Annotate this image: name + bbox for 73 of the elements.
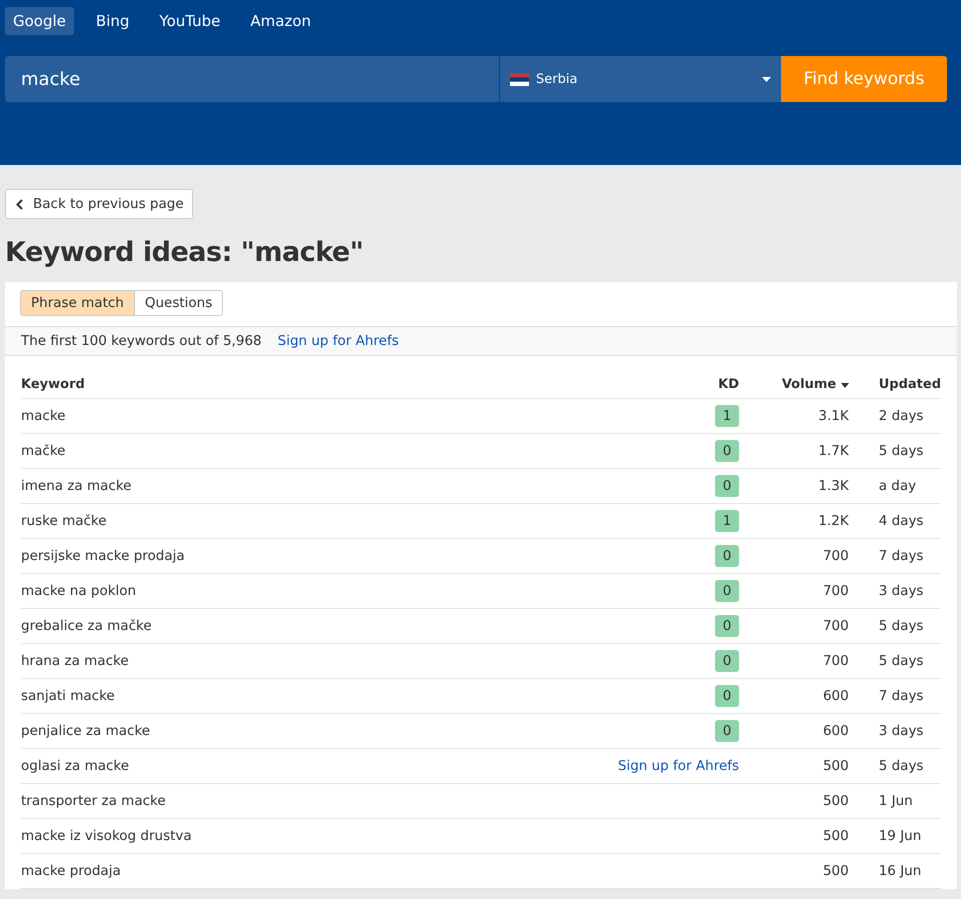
country-dropdown[interactable]: Serbia [500,56,781,102]
difficulty-badge: 0 [715,685,740,707]
volume-cell: 500 [739,784,849,818]
updated-cell: 5 days [848,434,941,468]
volume-cell: 500 [739,854,849,888]
column-header: KD [618,370,740,398]
keyword-cell: macke iz visokog drustva [21,818,618,854]
keyword-cell: hrana za macke [21,644,618,678]
keyword-cell: macke [21,398,618,434]
volume-cell: 600 [739,714,849,748]
volume-cell: 500 [739,748,849,784]
difficulty-badge: 0 [715,580,740,602]
difficulty-badge: 0 [715,650,740,672]
difficulty-badge: 0 [715,475,740,497]
updated-cell: 7 days [848,678,941,714]
column-header: Updated [848,370,941,398]
updated-cell: 5 days [848,644,941,678]
volume-cell: 1.3K [739,468,849,504]
results-summary: The first 100 keywords out of 5,968 [21,333,262,349]
volume-cell: 1.2K [739,504,849,538]
search-field[interactable]: macke [5,56,499,102]
keyword-cell: mačke [21,434,618,468]
keyword-cell: sanjati macke [21,678,618,714]
updated-cell: 2 days [848,398,941,434]
difficulty-badge: 0 [715,720,740,742]
volume-cell: 500 [739,818,849,854]
updated-cell: 16 Jun [848,854,941,888]
updated-cell: a day [848,468,941,504]
caret-icon [762,76,771,82]
updated-cell: 19 Jun [848,818,941,854]
match-type-tab[interactable]: Questions [134,290,224,316]
keyword-cell: macke prodaja [21,854,618,888]
volume-cell: 3.1K [739,398,849,434]
column-header: Keyword [21,370,618,398]
updated-cell: 5 days [848,608,941,644]
updated-cell: 5 days [848,748,941,784]
search-engine-tab[interactable]: Amazon [242,7,320,35]
volume-cell: 700 [739,644,849,678]
column-header[interactable]: Volume [739,370,849,398]
volume-cell: 600 [739,678,849,714]
signup-link[interactable]: Sign up for Ahrefs [278,333,399,349]
signup-link[interactable]: Sign up for Ahrefs [618,758,740,774]
updated-cell: 7 days [848,538,941,574]
flag-icon [510,72,529,86]
volume-cell: 700 [739,538,849,574]
volume-cell: 700 [739,574,849,608]
difficulty-badge: 0 [715,615,740,637]
keyword-cell: macke na poklon [21,574,618,608]
difficulty-badge: 1 [715,405,740,427]
keyword-cell: transporter za macke [21,784,618,818]
keyword-cell: grebalice za mačke [21,608,618,644]
keyword-cell: oglasi za macke [21,748,618,784]
updated-cell: 1 Jun [848,784,941,818]
keyword-cell: penjalice za macke [21,714,618,748]
difficulty-badge: 0 [715,545,740,567]
volume-cell: 1.7K [739,434,849,468]
back-button[interactable]: Back to previous page [5,189,193,219]
sort-down-icon [840,382,849,388]
keyword-cell: ruske mačke [21,504,618,538]
keyword-cell: imena za macke [21,468,618,504]
search-engine-tab[interactable]: YouTube [151,7,228,35]
search-engine-tab[interactable]: Bing [88,7,138,35]
search-engine-tab[interactable]: Google [5,7,74,35]
chevron-left-icon [16,198,23,210]
updated-cell: 3 days [848,714,941,748]
match-type-tab[interactable]: Phrase match [20,290,135,316]
difficulty-badge: 0 [715,440,740,462]
page-heading: Keyword ideas: "macke" [5,237,364,268]
difficulty-badge: 1 [715,510,740,532]
updated-cell: 3 days [848,574,941,608]
keyword-cell: persijske macke prodaja [21,538,618,574]
volume-cell: 700 [739,608,849,644]
updated-cell: 4 days [848,504,941,538]
